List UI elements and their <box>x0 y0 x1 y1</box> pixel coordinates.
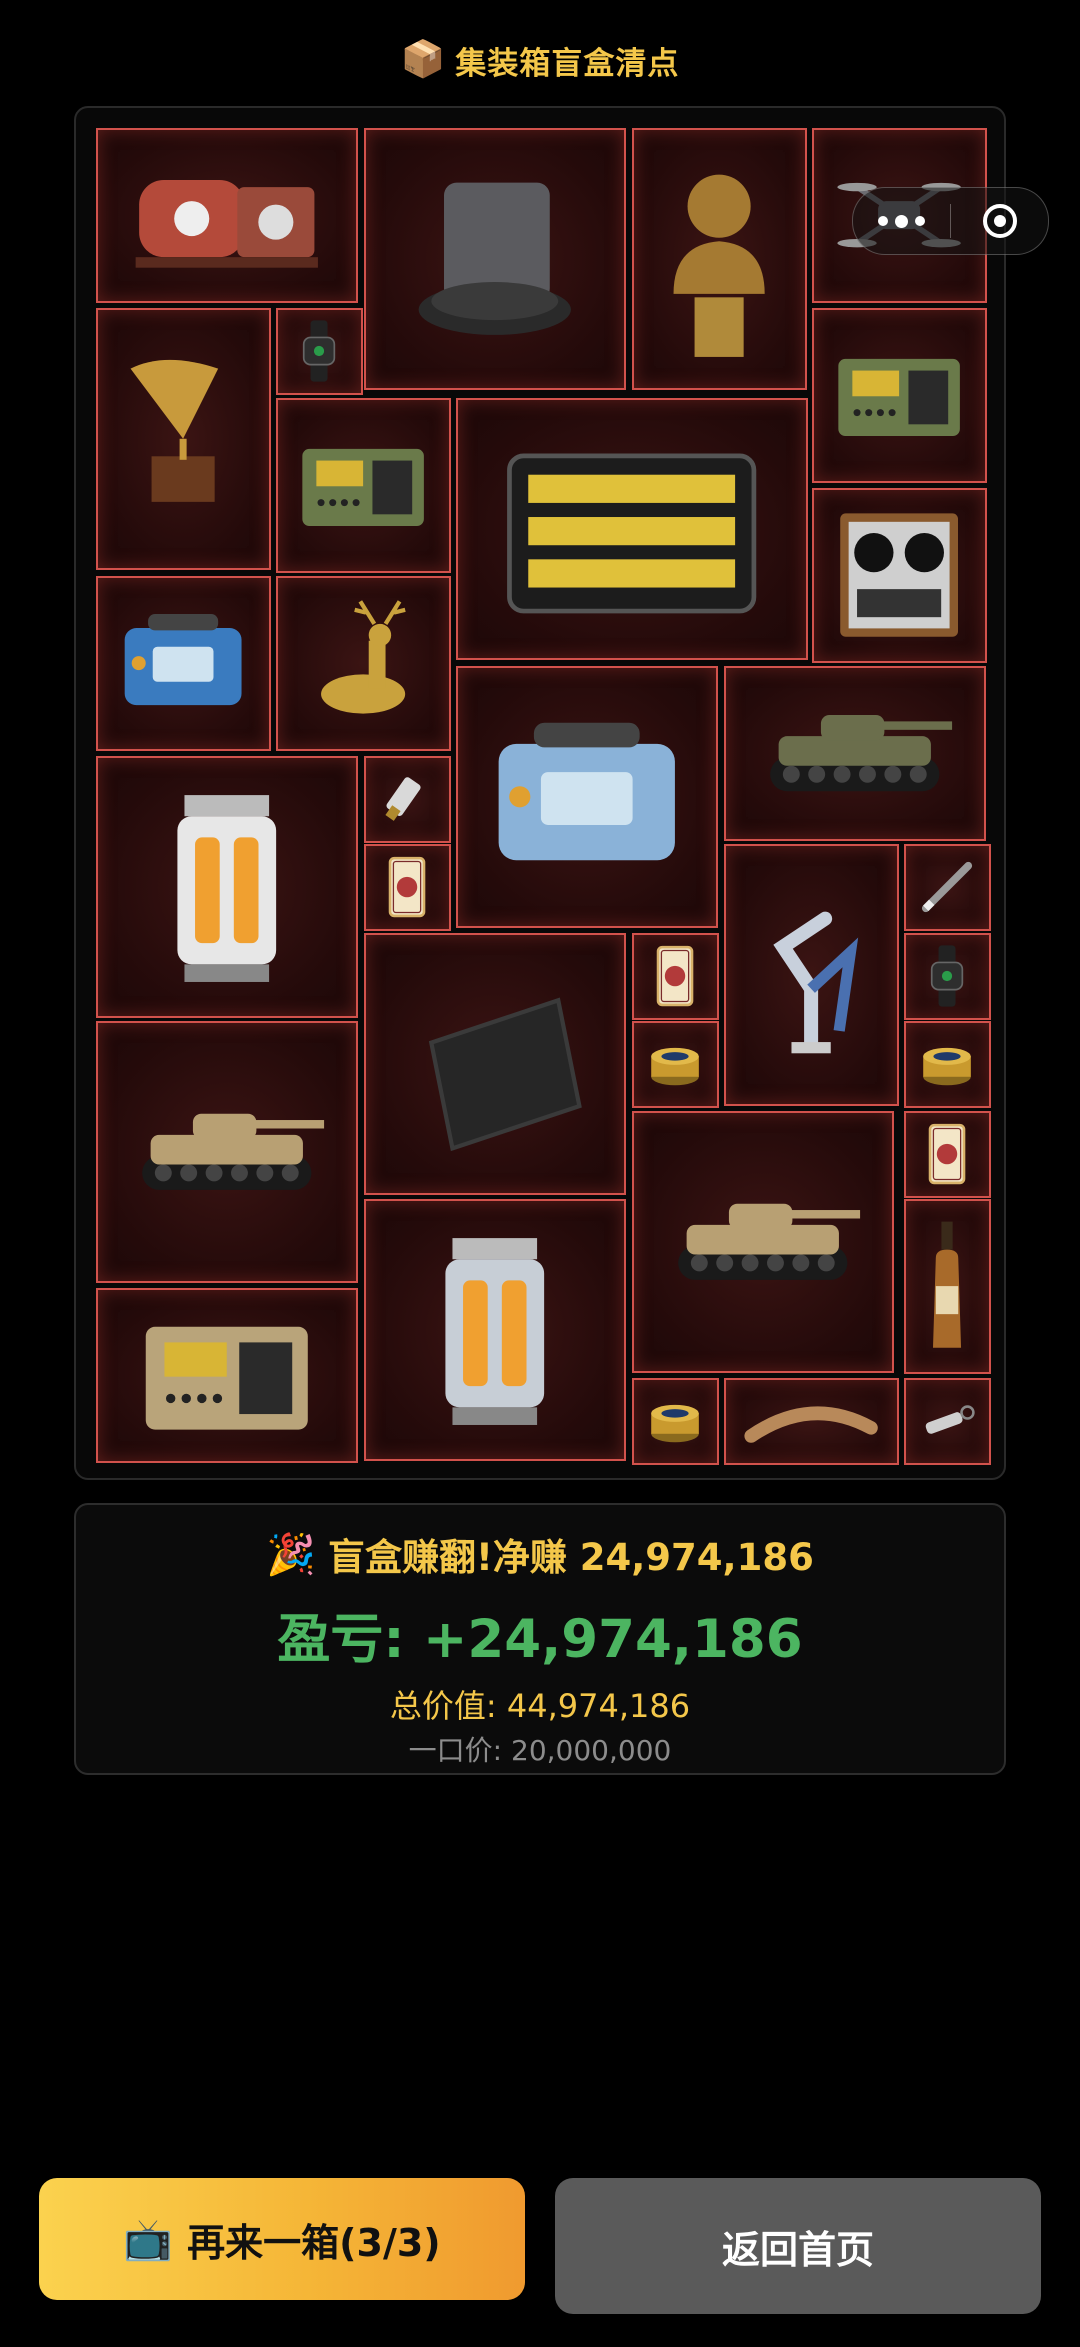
loot-cell-vintage-steampunk-machine[interactable] <box>96 128 358 303</box>
loot-cell-smart-watch[interactable] <box>904 933 991 1020</box>
more-dots-icon-center <box>895 214 908 228</box>
bust-icon <box>634 130 805 388</box>
profit-value: 盈亏: +24,974,186 <box>277 1609 803 1670</box>
deer-icon <box>278 578 449 749</box>
tape-recorder-icon <box>814 490 985 661</box>
loot-cell-flashlight[interactable] <box>904 1378 991 1465</box>
reactor-icon <box>366 1201 624 1459</box>
loot-cell-cato-bronze-bust[interactable] <box>632 128 807 390</box>
loot-cell-military-radio[interactable] <box>812 308 987 483</box>
package-box-icon: 📦 <box>400 39 446 80</box>
loot-cell-battery-pack[interactable] <box>456 398 808 660</box>
more-button[interactable] <box>853 188 950 254</box>
price-value: 一口价: 20,000,000 <box>408 1734 672 1767</box>
plate-icon <box>366 935 624 1193</box>
loot-cell-robotic-arm[interactable] <box>724 844 899 1106</box>
loot-cell-ivory-horn[interactable] <box>724 1378 899 1465</box>
card-icon <box>634 935 717 1018</box>
usb-icon <box>366 758 449 841</box>
page-title: 集装箱盲盒清点 <box>455 45 680 82</box>
pen-icon <box>906 846 989 929</box>
loot-cell-playing-card[interactable] <box>904 1111 991 1198</box>
loot-cell-caviar-tin[interactable] <box>632 1378 719 1465</box>
loot-cell-gramophone[interactable] <box>96 308 271 570</box>
loot-cell-medical-device[interactable] <box>456 666 718 928</box>
bottle-icon <box>906 1201 989 1372</box>
loot-cell-hazard-reactor-canister[interactable] <box>364 1199 626 1461</box>
loot-cell-reel-to-reel-tape-recorder[interactable] <box>812 488 987 663</box>
loot-cell-caviar-tin[interactable] <box>632 1021 719 1108</box>
tin-icon <box>634 1380 717 1463</box>
flashlight-icon <box>906 1380 989 1463</box>
more-dots-icon <box>878 216 888 226</box>
loot-cell-field-computer-case[interactable] <box>96 1288 358 1463</box>
armored-vehicle-icon <box>726 668 984 839</box>
watch-icon <box>906 935 989 1018</box>
robotic-arm-icon <box>726 846 897 1104</box>
mini-program-capsule <box>852 187 1049 255</box>
result-screen: 📦 集装箱盲盒清点 🎉 盲盒赚翻!净赚 24,974,186 盈亏: +24,9… <box>0 0 1080 2347</box>
headline-text: 盲盒赚翻!净赚 24,974,186 <box>327 1536 814 1579</box>
battery-icon <box>458 400 806 658</box>
return-home-button[interactable]: 返回首页 <box>555 2178 1041 2314</box>
medical-device-icon <box>458 668 716 926</box>
close-button[interactable] <box>951 188 1048 254</box>
loot-cell-armored-vehicle[interactable] <box>724 666 986 841</box>
loot-cell-military-radio[interactable] <box>276 398 451 573</box>
computer-case-icon <box>98 1290 356 1461</box>
result-panel: 🎉 盲盒赚翻!净赚 24,974,186 盈亏: +24,974,186 总价值… <box>74 1503 1006 1775</box>
loot-cell-whisky-bottle[interactable] <box>904 1199 991 1374</box>
card-icon <box>906 1113 989 1196</box>
loot-cell-usb-drive[interactable] <box>364 756 451 843</box>
watch-icon <box>278 310 361 393</box>
radio-icon <box>814 310 985 481</box>
generator-icon <box>98 578 269 749</box>
loot-cell-playing-card[interactable] <box>632 933 719 1020</box>
loot-cell-main-battle-tank[interactable] <box>632 1111 894 1373</box>
party-popper-icon: 🎉 <box>266 1531 316 1578</box>
loot-cell-pen[interactable] <box>904 844 991 931</box>
loot-cell-caviar-tin[interactable] <box>904 1021 991 1108</box>
loot-cell-carbon-fiber-plate[interactable] <box>364 933 626 1195</box>
robot-vacuum-icon <box>366 130 624 388</box>
container-grid <box>74 106 1006 1480</box>
header: 📦 集装箱盲盒清点 <box>0 36 1080 84</box>
tin-icon <box>634 1023 717 1106</box>
loot-cell-golden-deer-statue[interactable] <box>276 576 451 751</box>
loot-cell-playing-card[interactable] <box>364 844 451 931</box>
gramophone-icon <box>98 310 269 568</box>
horn-icon <box>726 1380 897 1463</box>
total-value: 总价值: 44,974,186 <box>389 1687 691 1725</box>
tank-icon <box>634 1113 892 1371</box>
tank-icon <box>98 1023 356 1281</box>
target-ring-icon <box>982 204 1017 238</box>
energy-core-icon <box>98 758 356 1016</box>
loot-cell-main-battle-tank[interactable] <box>96 1021 358 1283</box>
card-icon <box>366 846 449 929</box>
ring-center-dot <box>993 215 1006 227</box>
loot-cell-smart-watch[interactable] <box>276 308 363 395</box>
loot-cell-robot-vacuum-station[interactable] <box>364 128 626 390</box>
tv-icon: 📺 <box>123 2216 174 2263</box>
tin-icon <box>906 1023 989 1106</box>
loot-cell-energy-core-canister[interactable] <box>96 756 358 1018</box>
more-dots-icon-right <box>915 216 925 226</box>
radio-icon <box>278 400 449 571</box>
loot-cell-blue-generator[interactable] <box>96 576 271 751</box>
steampunk-device-icon <box>98 130 356 301</box>
open-again-button[interactable]: 📺 再来一箱(3/3) <box>39 2178 525 2300</box>
open-again-label: 再来一箱(3/3) <box>187 2220 441 2265</box>
result-headline: 🎉 盲盒赚翻!净赚 24,974,186 <box>76 1527 1004 1581</box>
return-home-label: 返回首页 <box>721 2227 874 2272</box>
